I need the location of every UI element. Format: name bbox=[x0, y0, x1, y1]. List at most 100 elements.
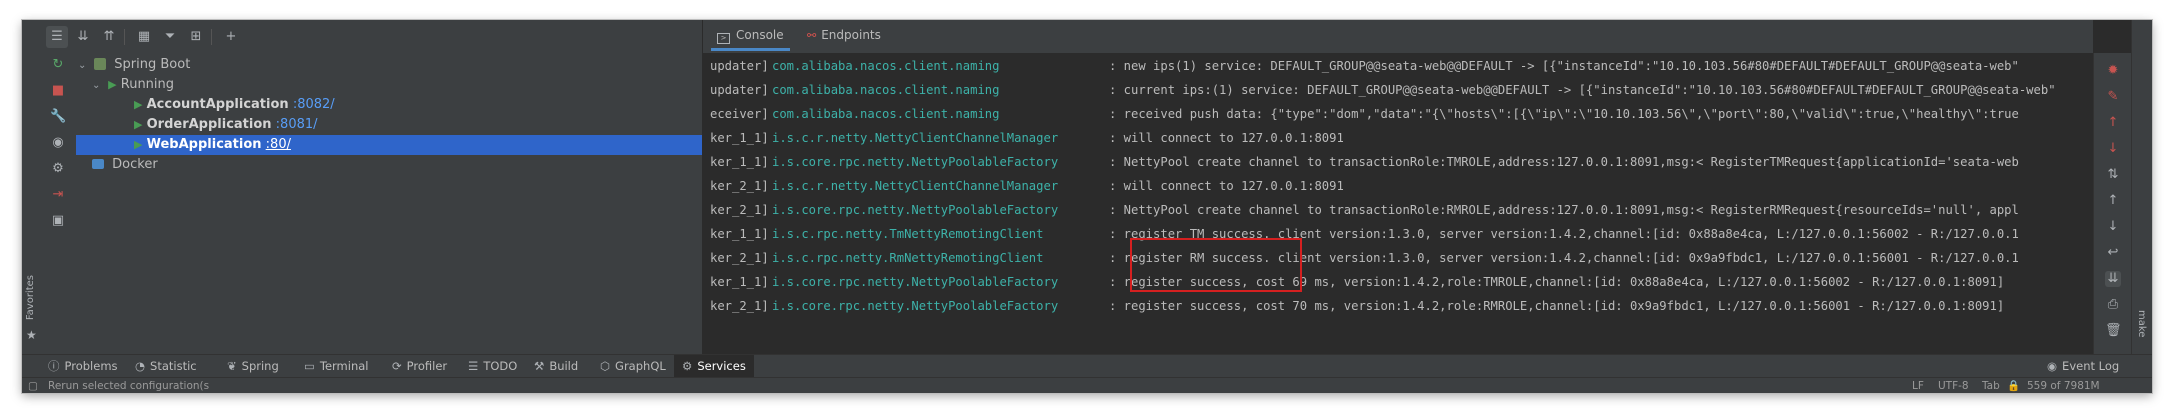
tab-label: Endpoints bbox=[821, 28, 881, 42]
make-tab[interactable]: make bbox=[2136, 310, 2147, 337]
log-line: ker_1_1] i.s.core.rpc.netty.NettyPoolable… bbox=[710, 152, 2019, 172]
tree-node-label: Docker bbox=[112, 157, 158, 172]
services-icon: ⚙ bbox=[682, 359, 693, 373]
log-message: : will connect to 127.0.0.1:8091 bbox=[1109, 179, 1344, 193]
status-toggle-icon[interactable]: ▢ bbox=[28, 379, 38, 393]
trash-icon[interactable]: 🗑 bbox=[2105, 323, 2122, 339]
debug-icon[interactable]: ✹ bbox=[2105, 63, 2121, 79]
tab-build[interactable]: ⚒ Build bbox=[534, 355, 578, 378]
docker-icon bbox=[92, 159, 104, 169]
log-class: i.s.core.rpc.netty.NettyPoolableFactory bbox=[772, 203, 1059, 217]
problems-icon: ⓘ bbox=[48, 359, 60, 373]
add-service-icon[interactable]: + bbox=[220, 26, 242, 48]
toolbar-divider bbox=[211, 28, 212, 45]
favorites-tab[interactable]: Favorites bbox=[25, 275, 36, 320]
event-log-icon: ◉ bbox=[2047, 359, 2058, 373]
settings-wrench-icon[interactable]: 🔧 bbox=[50, 109, 66, 125]
chevron-down-icon[interactable]: ⌄ bbox=[78, 56, 90, 76]
tab-label: TODO bbox=[483, 359, 518, 373]
expand-icon[interactable]: ⇊ bbox=[72, 26, 94, 48]
tab-problems[interactable]: ⓘ Problems bbox=[48, 355, 118, 378]
tab-graphql[interactable]: ⬡ GraphQL bbox=[600, 355, 666, 378]
status-bar: ▢ Rerun selected configuration(s LF UTF-… bbox=[22, 377, 2152, 393]
status-message: Rerun selected configuration(s bbox=[48, 380, 210, 392]
down-icon[interactable]: ↓ bbox=[2105, 219, 2121, 235]
console-output[interactable]: updater] com.alibaba.nacos.client.naming:… bbox=[703, 53, 2093, 353]
log-thread: updater] bbox=[710, 59, 769, 73]
run-icon: ▶ bbox=[134, 138, 143, 151]
tab-todo[interactable]: ☰ TODO bbox=[468, 355, 517, 378]
file-encoding[interactable]: UTF-8 bbox=[1938, 379, 1969, 393]
star-icon[interactable]: ★ bbox=[26, 328, 37, 342]
tree-node-account-application[interactable]: ▶ AccountApplication :8082/ bbox=[76, 95, 760, 115]
graphql-icon: ⬡ bbox=[600, 359, 611, 373]
log-line: ker_1_1] i.s.c.r.netty.NettyClientChannel… bbox=[710, 128, 1344, 148]
scroll-to-end-icon[interactable]: ⇊ bbox=[2105, 271, 2121, 287]
camera-icon[interactable]: ◉ bbox=[50, 135, 66, 151]
ide-window: Favorites ★ ☰ ⇊ ⇈ ▦ ⏷ ⊞ + ↻ ■ 🔧 ◉ ⚙ ⇥ ▣ … bbox=[22, 20, 2152, 393]
sort-icon[interactable]: ⇅ bbox=[2105, 167, 2121, 183]
endpoints-icon: ⚯ bbox=[807, 29, 817, 42]
layout-icon[interactable]: ▣ bbox=[50, 213, 66, 229]
line-separator[interactable]: LF bbox=[1912, 379, 1924, 393]
todo-icon: ☰ bbox=[468, 359, 479, 373]
tab-profiler[interactable]: ⟳ Profiler bbox=[392, 355, 447, 378]
tree-node-spring-boot[interactable]: ⌄ Spring Boot bbox=[76, 55, 704, 75]
log-line: ker_2_1] i.s.core.rpc.netty.NettyPoolable… bbox=[710, 296, 2004, 316]
tree-node-docker[interactable]: Docker bbox=[76, 155, 718, 175]
indent-setting[interactable]: Tab bbox=[1982, 379, 2000, 393]
toolbar-divider bbox=[124, 28, 125, 45]
tab-label: Problems bbox=[64, 359, 118, 373]
lock-icon[interactable]: 🔒 bbox=[2007, 379, 2020, 393]
app-port-link[interactable]: :8081/ bbox=[276, 117, 318, 132]
rerun-icon[interactable]: ↻ bbox=[50, 57, 66, 73]
tab-terminal[interactable]: ▭ Terminal bbox=[304, 355, 368, 378]
collapse-icon[interactable]: ⇈ bbox=[98, 26, 120, 48]
up-icon[interactable]: ↑ bbox=[2105, 193, 2121, 209]
tab-statistic[interactable]: ◔ Statistic bbox=[135, 355, 197, 378]
filter-icon[interactable]: ⏷ bbox=[159, 26, 181, 48]
services-side-actions: ↻ ■ 🔧 ◉ ⚙ ⇥ ▣ bbox=[42, 53, 77, 377]
edit-icon[interactable]: ✎ bbox=[2105, 89, 2121, 105]
tool-window-bar: ⓘ Problems ◔ Statistic ❦ Spring ▭ Terminal ⟳… bbox=[22, 354, 2152, 378]
tree-node-web-application[interactable]: ▶ WebApplication :80/ bbox=[76, 135, 702, 155]
stop-icon[interactable]: ■ bbox=[50, 83, 66, 99]
left-tool-strip: Favorites ★ bbox=[22, 20, 43, 377]
log-line: ker_2_1] i.s.c.r.netty.NettyClientChannel… bbox=[710, 176, 1344, 196]
tree-node-running[interactable]: ⌄ ▶ Running bbox=[76, 75, 718, 95]
tab-label: GraphQL bbox=[615, 359, 666, 373]
tab-label: Spring bbox=[241, 359, 279, 373]
console-icon: > bbox=[717, 33, 730, 44]
event-log-button[interactable]: ◉ Event Log bbox=[2047, 355, 2119, 378]
console-actions-strip: ✹ ✎ ↑ ↓ ⇅ ↑ ↓ ↩ ⇊ ⎙ 🗑 bbox=[2093, 53, 2132, 377]
arrow-down-icon[interactable]: ↓ bbox=[2105, 141, 2121, 157]
log-thread: updater] bbox=[710, 83, 769, 97]
tab-console[interactable]: > Console bbox=[711, 20, 790, 51]
tree-node-label: Running bbox=[120, 77, 175, 92]
console-tab-bar: > Console ⚯ Endpoints bbox=[703, 20, 2093, 54]
log-class: com.alibaba.nacos.client.naming bbox=[772, 107, 1000, 121]
chevron-down-icon[interactable]: ⌄ bbox=[92, 76, 104, 96]
arrow-up-icon[interactable]: ↑ bbox=[2105, 115, 2121, 131]
group-by-icon[interactable]: ▦ bbox=[133, 26, 155, 48]
log-class: i.s.c.r.netty.NettyClientChannelManager bbox=[772, 131, 1059, 145]
run-icon: ▶ bbox=[108, 78, 117, 91]
print-icon[interactable]: ⎙ bbox=[2105, 297, 2121, 313]
run-icon: ▶ bbox=[134, 98, 143, 111]
tree-node-order-application[interactable]: ▶ OrderApplication :8081/ bbox=[76, 115, 760, 135]
log-thread: ker_2_1] bbox=[710, 251, 769, 265]
soft-wrap-icon[interactable]: ↩ bbox=[2105, 245, 2121, 261]
tab-spring[interactable]: ❦ Spring bbox=[227, 355, 279, 378]
memory-indicator[interactable]: 559 of 7981M bbox=[2027, 379, 2100, 393]
new-tab-icon[interactable]: ⊞ bbox=[185, 26, 207, 48]
log-class: com.alibaba.nacos.client.naming bbox=[772, 59, 1000, 73]
exit-icon[interactable]: ⇥ bbox=[50, 187, 66, 203]
app-port-link[interactable]: :8082/ bbox=[293, 97, 335, 112]
tab-services[interactable]: ⚙ Services bbox=[674, 355, 754, 378]
tab-endpoints[interactable]: ⚯ Endpoints bbox=[801, 20, 887, 51]
app-port-link[interactable]: :80/ bbox=[266, 137, 291, 152]
expand-all-icon[interactable]: ☰ bbox=[46, 25, 68, 48]
log-line: updater] com.alibaba.nacos.client.naming:… bbox=[710, 56, 2019, 76]
tab-label: Console bbox=[736, 28, 784, 42]
debug-icon[interactable]: ⚙ bbox=[50, 161, 66, 177]
